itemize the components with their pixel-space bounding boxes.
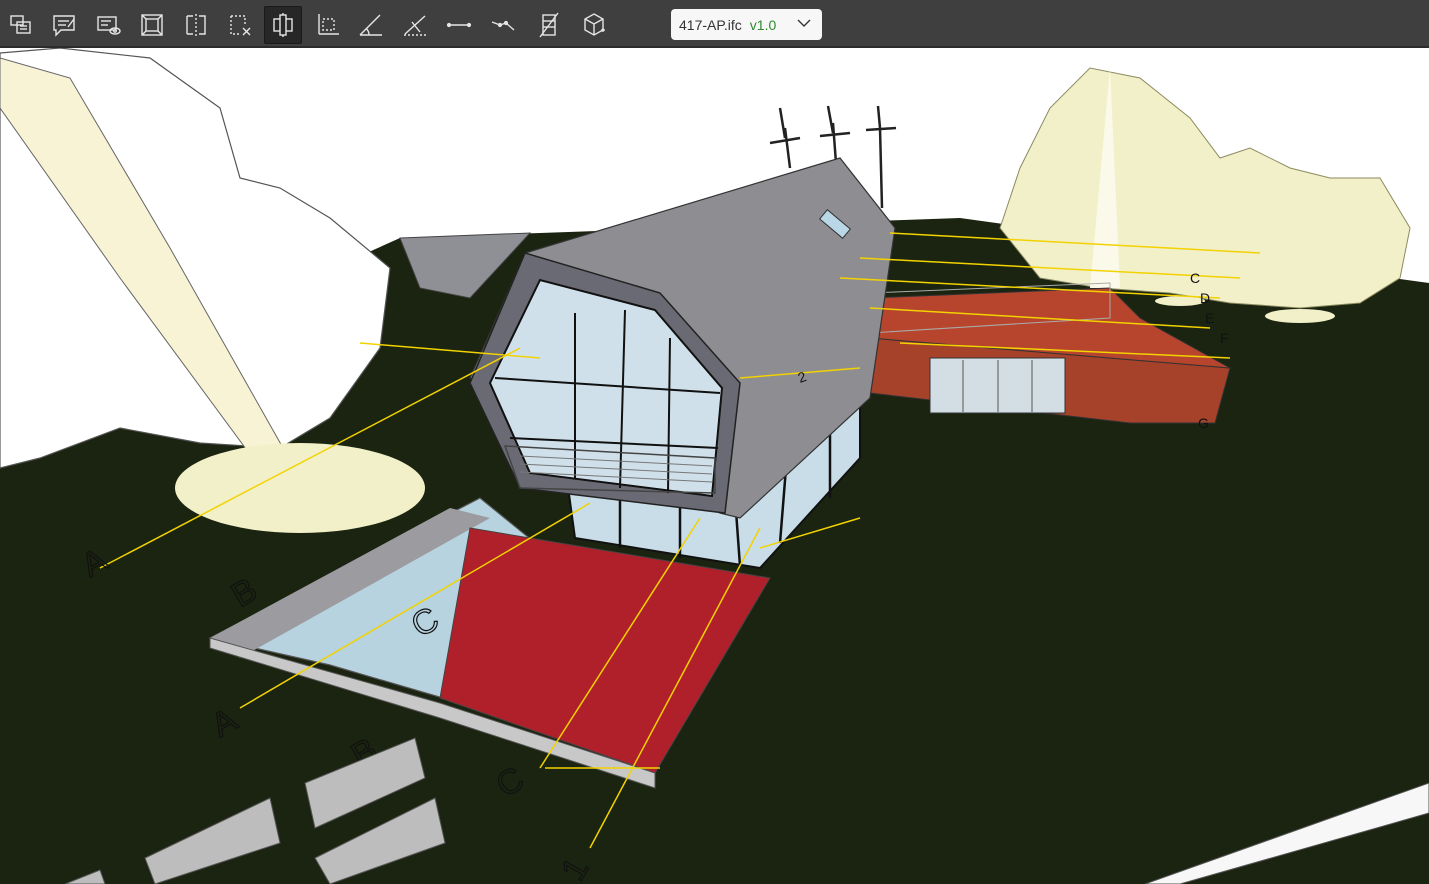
point-measure-button[interactable]: [484, 6, 522, 44]
tree-shadow-right: [1265, 309, 1335, 323]
section-box-icon: [186, 14, 206, 36]
chevron-down-icon: [797, 19, 811, 27]
storeys-button[interactable]: [530, 6, 568, 44]
point-measure-icon: [491, 20, 515, 31]
slope-measure-button[interactable]: [396, 6, 434, 44]
grid-label-g: G: [1198, 415, 1209, 431]
3d-viewport[interactable]: A B C A B C 1 2 C D E F G: [0, 48, 1429, 884]
distance-measure-icon: [446, 22, 472, 28]
clipping-plane-button[interactable]: [264, 6, 302, 44]
area-measure-button[interactable]: [308, 6, 346, 44]
section-box-button[interactable]: [177, 6, 215, 44]
file-name: 417-AP.ifc: [679, 16, 742, 33]
grid-label-f: F: [1220, 330, 1229, 346]
clear-section-button[interactable]: [221, 6, 259, 44]
storeys-icon: [539, 12, 559, 38]
grid-label-e: E: [1205, 310, 1214, 326]
file-version: v1.0: [749, 16, 777, 33]
3d-cube-icon: [584, 13, 605, 36]
slope-measure-icon: [404, 15, 426, 36]
clear-section-icon: [230, 15, 251, 36]
grid-label-c3: C: [1190, 270, 1200, 286]
clipping-plane-icon: [273, 13, 293, 37]
area-measure-icon: [318, 14, 339, 35]
model-tree-icon: [141, 14, 163, 36]
angle-measure-icon: [359, 14, 382, 36]
view-comments-button[interactable]: [89, 6, 127, 44]
file-version-select[interactable]: 417-AP.ifc v1.0: [671, 9, 822, 40]
distance-measure-button[interactable]: [440, 6, 478, 44]
grid-label-d: D: [1200, 290, 1210, 306]
bcf-topics-icon: [10, 15, 31, 34]
bcf-topics-button[interactable]: [2, 6, 40, 44]
tree-shadow-left: [175, 443, 425, 533]
model-tree-button[interactable]: [133, 6, 171, 44]
toolbar: 417-AP.ifc v1.0: [0, 0, 1429, 48]
bim-scene: A B C A B C 1 2 C D E F G: [0, 48, 1429, 884]
comment-edit-icon: [53, 15, 75, 37]
3d-cube-button[interactable]: [575, 6, 613, 44]
angle-measure-button[interactable]: [352, 6, 390, 44]
view-comments-icon: [97, 16, 121, 35]
comment-edit-button[interactable]: [45, 6, 83, 44]
